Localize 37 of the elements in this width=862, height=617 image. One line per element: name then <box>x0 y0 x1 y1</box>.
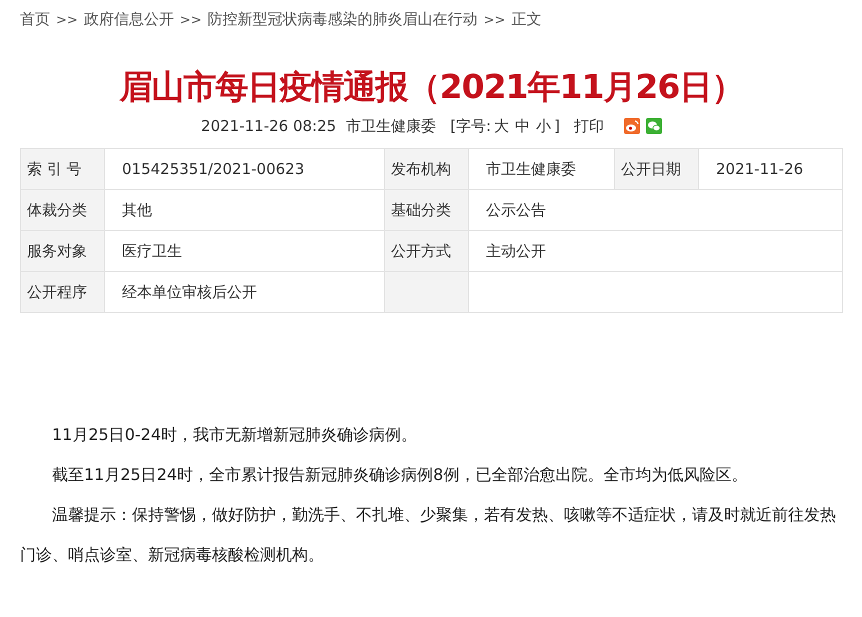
field-value: 市卫生健康委 <box>468 148 614 190</box>
field-value: 公示公告 <box>468 190 842 230</box>
field-value: 经本单位审核后公开 <box>104 272 384 312</box>
field-value: 2021-11-26 <box>698 148 842 190</box>
field-label: 公开方式 <box>384 230 468 272</box>
field-label: 服务对象 <box>20 230 104 272</box>
weibo-share-icon[interactable] <box>624 118 640 134</box>
wechat-share-icon[interactable] <box>646 118 662 134</box>
breadcrumb-link[interactable]: 防控新型冠状病毒感染的肺炎眉山在行动 <box>208 10 478 28</box>
field-label: 公开程序 <box>20 272 104 312</box>
publish-datetime: 2021-11-26 08:25 <box>201 117 336 135</box>
field-value: 主动公开 <box>468 230 842 272</box>
field-label: 公开日期 <box>614 148 698 190</box>
font-size-link[interactable]: 小 <box>536 116 552 136</box>
source-text: 市卫生健康委 <box>346 116 436 136</box>
article-paragraph: 截至11月25日24时，全市累计报告新冠肺炎确诊病例8例，已全部治愈出院。全市均为低风险区。 <box>51 464 748 486</box>
field-value: 015425351/2021-00623 <box>104 148 384 190</box>
field-label: 体裁分类 <box>20 190 104 230</box>
breadcrumb-separator: >> <box>180 13 202 28</box>
font-size-bracket: ] <box>554 117 560 135</box>
field-label: 发布机构 <box>384 148 468 190</box>
breadcrumb-separator: >> <box>56 13 78 28</box>
font-size-link[interactable]: 中 <box>515 116 530 136</box>
print-link[interactable]: 打印 <box>574 116 604 136</box>
font-size-link[interactable]: 大 <box>494 116 510 136</box>
field-label: 索 引 号 <box>20 148 104 190</box>
field-label: 基础分类 <box>384 190 468 230</box>
field-value: 其他 <box>104 190 384 230</box>
article-title: 眉山市每日疫情通报（2021年11月26日） <box>118 66 744 108</box>
breadcrumb-link[interactable]: 首页 <box>20 10 50 28</box>
field-value: 医疗卫生 <box>104 230 384 272</box>
article-paragraph: 温馨提示：保持警惕，做好防护，勤洗手、不扎堆、少聚集，若有发热、咳嗽等不适症状，请及时就近前往发热门诊、哨点诊室、新冠病毒核酸检测机构。 <box>20 504 837 566</box>
breadcrumb-link[interactable]: 正文 <box>511 10 542 28</box>
article-paragraph: 11月25日0-24时，我市无新增新冠肺炎确诊病例。 <box>51 424 418 446</box>
breadcrumb-link[interactable]: 政府信息公开 <box>84 10 174 28</box>
breadcrumb-separator: >> <box>484 13 506 28</box>
font-size-label: [字号: <box>450 116 492 136</box>
